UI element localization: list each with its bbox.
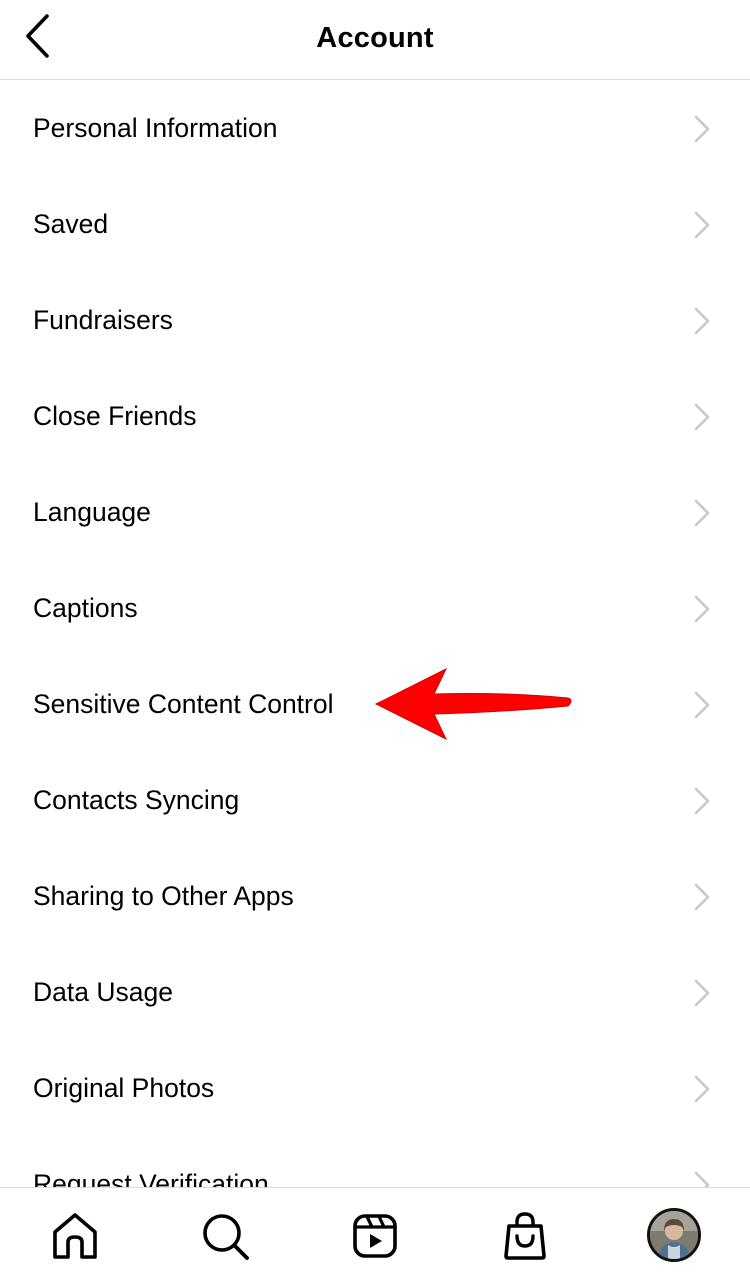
account-settings-screen: Account Personal Information Saved Fundr… [0,0,750,1286]
chevron-right-icon [690,881,714,913]
menu-item-label: Personal Information [33,113,278,143]
menu-item-saved[interactable]: Saved [0,177,750,273]
menu-item-sensitive-content-control[interactable]: Sensitive Content Control [0,657,750,753]
menu-item-label: Saved [33,209,109,239]
menu-item-sharing-to-other-apps[interactable]: Sharing to Other Apps [0,849,750,945]
profile-photo [650,1211,698,1259]
chevron-right-icon [690,401,714,433]
chevron-right-icon [690,497,714,529]
bottom-tab-bar [0,1187,750,1286]
menu-item-original-photos[interactable]: Original Photos [0,1041,750,1137]
menu-item-label: Sensitive Content Control [33,689,334,719]
menu-item-language[interactable]: Language [0,465,750,561]
tab-shop[interactable] [497,1208,553,1264]
reels-icon [353,1214,397,1258]
chevron-right-icon [690,689,714,721]
shopping-bag-icon [504,1212,546,1260]
menu-item-label: Request Verification [33,1169,269,1187]
page-title: Account [316,22,434,54]
menu-item-close-friends[interactable]: Close Friends [0,369,750,465]
tab-reels[interactable] [347,1208,403,1264]
chevron-right-icon [690,209,714,241]
chevron-right-icon [690,593,714,625]
avatar [647,1208,701,1262]
menu-item-label: Contacts Syncing [33,785,240,815]
menu-item-label: Close Friends [33,401,197,431]
account-menu-list: Personal Information Saved Fundraisers C… [0,81,750,1187]
menu-item-label: Captions [33,593,138,623]
search-icon [203,1214,249,1260]
chevron-right-icon [690,113,714,145]
menu-item-captions[interactable]: Captions [0,561,750,657]
menu-item-label: Original Photos [33,1073,215,1103]
chevron-right-icon [690,977,714,1009]
menu-item-contacts-syncing[interactable]: Contacts Syncing [0,753,750,849]
header-bar: Account [0,0,750,80]
tab-home[interactable] [47,1208,103,1264]
chevron-right-icon [690,1169,714,1187]
tab-search[interactable] [197,1208,253,1264]
menu-item-personal-information[interactable]: Personal Information [0,81,750,177]
chevron-right-icon [690,1073,714,1105]
home-icon [53,1213,97,1259]
menu-item-data-usage[interactable]: Data Usage [0,945,750,1041]
chevron-right-icon [690,305,714,337]
menu-item-fundraisers[interactable]: Fundraisers [0,273,750,369]
menu-item-label: Data Usage [33,977,173,1007]
tab-profile[interactable] [647,1208,703,1264]
menu-item-label: Fundraisers [33,305,173,335]
menu-item-request-verification[interactable]: Request Verification [0,1137,750,1187]
menu-item-label: Sharing to Other Apps [33,881,294,911]
chevron-right-icon [690,785,714,817]
menu-item-label: Language [33,497,151,527]
